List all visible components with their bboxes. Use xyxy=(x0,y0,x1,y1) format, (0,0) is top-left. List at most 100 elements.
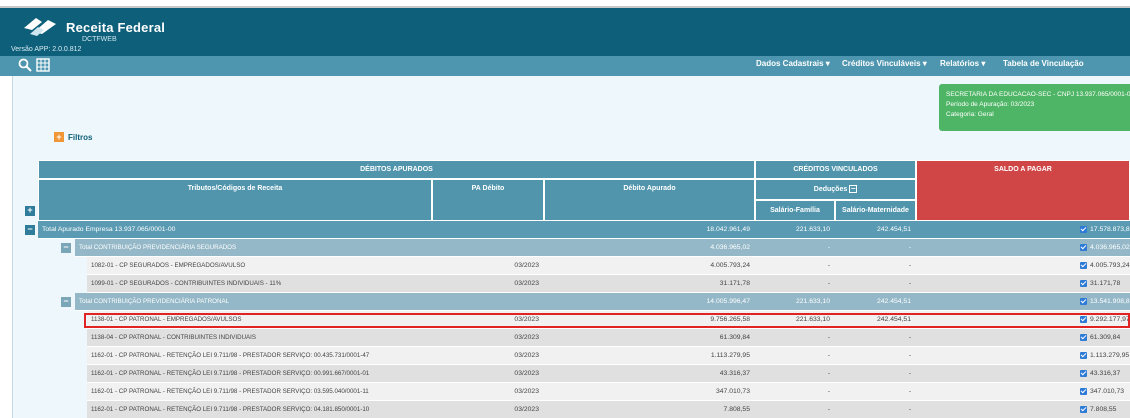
row-saldo-value: 61.309,84 xyxy=(1090,334,1121,341)
row-pa-debito: 03/2023 xyxy=(432,401,544,418)
row-saldo: 347.010,73 xyxy=(916,383,1130,401)
row-salario-familia: - xyxy=(755,257,835,275)
checkbox-checked-icon[interactable] xyxy=(1080,243,1087,251)
row-label: 1162-01 - CP PATRONAL - RETENÇÃO LEI 9.7… xyxy=(87,347,432,365)
header-deducoes-label: Deduções xyxy=(813,186,848,193)
row-salario-maternidade: - xyxy=(835,347,916,365)
row-debito-apurado: 4.005.793,24 xyxy=(544,257,755,275)
row-saldo: 17.578.873,88 xyxy=(916,221,1130,239)
nav-bar: Dados Cadastrais ▾ Créditos Vinculáveis … xyxy=(0,56,1130,76)
row-pa-debito: 03/2023 xyxy=(432,383,544,401)
menu-relatorios[interactable]: Relatórios ▾ xyxy=(940,59,985,68)
collapse-minus-icon[interactable]: − xyxy=(25,225,35,235)
table-grid-icon[interactable] xyxy=(36,58,50,72)
filters-toggle[interactable]: + Filtros xyxy=(54,132,92,142)
row-label: Total CONTRIBUIÇÃO PREVIDENCIÁRIA PATRON… xyxy=(75,293,432,311)
row-debito-apurado: 18.042.961,49 xyxy=(544,221,755,239)
row-salario-maternidade: - xyxy=(835,257,916,275)
collapse-minus-icon[interactable]: − xyxy=(849,185,858,194)
menu-creditos-vinculaveis[interactable]: Créditos Vinculáveis ▾ xyxy=(842,59,927,68)
notice-period: Período de Apuração: 03/2023 xyxy=(946,101,1035,108)
row-debito-apurado: 61.309,84 xyxy=(544,329,755,347)
menu-tabela-vinculacao[interactable]: Tabela de Vinculação xyxy=(1003,59,1084,68)
row-salario-familia: 221.633,10 xyxy=(755,293,835,311)
row-pa-debito: 03/2023 xyxy=(432,365,544,383)
app-subtitle: DCTFWEB xyxy=(82,36,117,43)
row-label: Total Apurado Empresa 13.937.065/0001-00 xyxy=(38,221,432,239)
search-icon[interactable] xyxy=(18,58,32,72)
row-saldo: 1.113.279,95 xyxy=(916,347,1130,365)
row-saldo-value: 43.316,37 xyxy=(1090,370,1121,377)
header-tributos: Tributos/Códigos de Receita xyxy=(38,179,432,221)
notice-category: Categoria: Geral xyxy=(946,111,994,118)
row-pa-debito xyxy=(432,221,544,239)
app-version: Versão APP: 2.0.0.812 xyxy=(11,46,82,53)
expand-all-icon[interactable]: + xyxy=(25,206,35,216)
row-saldo-value: 4.005.793,24 xyxy=(1090,262,1130,269)
row-salario-familia: - xyxy=(755,401,835,418)
row-saldo: 43.316,37 xyxy=(916,365,1130,383)
checkbox-checked-icon[interactable] xyxy=(1080,225,1087,233)
row-salario-familia: - xyxy=(755,275,835,293)
header-debito-apurado: Débito Apurado xyxy=(544,179,755,221)
header-creditos-vinculados: CRÉDITOS VINCULADOS xyxy=(755,160,916,179)
row-salario-maternidade: - xyxy=(835,365,916,383)
checkbox-checked-icon[interactable] xyxy=(1080,279,1087,287)
row-pa-debito xyxy=(432,239,544,257)
checkbox-checked-icon[interactable] xyxy=(1080,333,1087,341)
checkbox-checked-icon[interactable] xyxy=(1080,369,1087,377)
row-saldo-value: 347.010,73 xyxy=(1090,388,1125,395)
header-saldo-a-pagar: SALDO A PAGAR xyxy=(916,160,1130,221)
row-label: 1162-01 - CP PATRONAL - RETENÇÃO LEI 9.7… xyxy=(87,401,432,418)
context-notice: SECRETARIA DA EDUCACAO-SEC - CNPJ 13.937… xyxy=(939,84,1130,131)
row-debito-apurado: 14.005.996,47 xyxy=(544,293,755,311)
row-saldo-value: 4.036.965,02 xyxy=(1090,244,1130,251)
row-debito-apurado: 43.316,37 xyxy=(544,365,755,383)
collapse-minus-icon[interactable]: − xyxy=(61,297,71,307)
filters-plus-icon: + xyxy=(54,132,64,142)
receita-logo-icon xyxy=(24,18,56,36)
row-pa-debito: 03/2023 xyxy=(432,347,544,365)
row-pa-debito: 03/2023 xyxy=(432,257,544,275)
row-salario-maternidade: - xyxy=(835,383,916,401)
checkbox-checked-icon[interactable] xyxy=(1080,351,1087,359)
header-deducoes: Deduções − xyxy=(755,179,916,200)
row-label: 1162-01 - CP PATRONAL - RETENÇÃO LEI 9.7… xyxy=(87,383,432,401)
row-label: 1099-01 - CP SEGURADOS - CONTRIBUINTES I… xyxy=(87,275,432,293)
row-salario-familia: - xyxy=(755,383,835,401)
row-label: Total CONTRIBUIÇÃO PREVIDENCIÁRIA SEGURA… xyxy=(75,239,432,257)
row-debito-apurado: 1.113.279,95 xyxy=(544,347,755,365)
row-saldo-value: 13.541.908,86 xyxy=(1090,298,1130,305)
menu-dados-cadastrais[interactable]: Dados Cadastrais ▾ xyxy=(756,59,830,68)
collapse-minus-icon[interactable]: − xyxy=(61,243,71,253)
row-pa-debito: 03/2023 xyxy=(432,329,544,347)
checkbox-checked-icon[interactable] xyxy=(1080,405,1087,413)
highlight-box xyxy=(84,313,1130,328)
row-saldo: 7.808,55 xyxy=(916,401,1130,418)
checkbox-checked-icon[interactable] xyxy=(1080,297,1087,305)
row-salario-maternidade: - xyxy=(835,275,916,293)
row-label: 1082-01 - CP SEGURADOS - EMPREGADOS/AVUL… xyxy=(87,257,432,275)
row-salario-familia: 221.633,10 xyxy=(755,221,835,239)
row-debito-apurado: 347.010,73 xyxy=(544,383,755,401)
row-saldo: 31.171,78 xyxy=(916,275,1130,293)
row-saldo: 61.309,84 xyxy=(916,329,1130,347)
row-debito-apurado: 7.808,55 xyxy=(544,401,755,418)
header-pa-debito: PA Débito xyxy=(432,179,544,221)
app-title: Receita Federal xyxy=(66,20,166,35)
row-label: 1162-01 - CP PATRONAL - RETENÇÃO LEI 9.7… xyxy=(87,365,432,383)
row-saldo: 4.005.793,24 xyxy=(916,257,1130,275)
row-pa-debito: 03/2023 xyxy=(432,275,544,293)
row-salario-familia: - xyxy=(755,347,835,365)
filters-label: Filtros xyxy=(68,132,93,142)
row-salario-familia: - xyxy=(755,239,835,257)
row-saldo-value: 31.171,78 xyxy=(1090,280,1121,287)
row-salario-maternidade: - xyxy=(835,239,916,257)
checkbox-checked-icon[interactable] xyxy=(1080,387,1087,395)
header-salario-familia: Salário-Família xyxy=(755,200,835,221)
header-debitos-apurados: DÉBITOS APURADOS xyxy=(38,160,755,179)
row-salario-maternidade: - xyxy=(835,401,916,418)
row-salario-familia: - xyxy=(755,329,835,347)
header-salario-maternidade: Salário-Maternidade xyxy=(835,200,916,221)
checkbox-checked-icon[interactable] xyxy=(1080,261,1087,269)
